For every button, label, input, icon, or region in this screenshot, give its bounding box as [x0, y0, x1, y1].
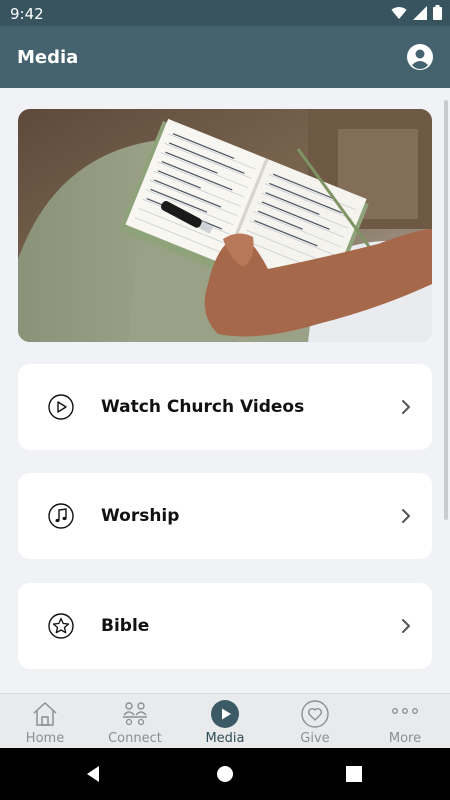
scrollbar[interactable]: [444, 100, 448, 520]
profile-icon[interactable]: [407, 44, 433, 70]
nav-label: Media: [205, 731, 245, 746]
nav-home[interactable]: Home: [0, 694, 90, 748]
system-nav-bar: [0, 748, 450, 800]
heart-icon: [301, 700, 329, 728]
status-bar: 9:42: [0, 0, 450, 26]
back-icon[interactable]: [83, 764, 103, 784]
nav-label: More: [388, 731, 422, 746]
signal-icon: [413, 5, 427, 20]
nav-connect[interactable]: Connect: [90, 694, 180, 748]
watch-videos-card[interactable]: Watch Church Videos: [18, 364, 432, 450]
hero-image: [18, 109, 432, 342]
nav-more[interactable]: More: [360, 694, 450, 748]
chevron-right-icon: [402, 619, 410, 633]
card-label: Watch Church Videos: [101, 397, 305, 417]
play-icon: [211, 700, 239, 728]
worship-card[interactable]: Worship: [18, 473, 432, 559]
app-bar: Media: [0, 26, 450, 88]
page-title: Media: [17, 47, 79, 68]
more-dots-icon: [392, 708, 418, 714]
chevron-right-icon: [402, 400, 410, 414]
home-icon: [33, 702, 57, 726]
content-area[interactable]: Watch Church Videos Worship Bible: [0, 88, 450, 693]
status-icons: [391, 5, 442, 20]
people-icon: [123, 702, 147, 726]
bottom-nav: Home Connect Media Give More: [0, 693, 450, 748]
bible-card[interactable]: Bible: [18, 583, 432, 669]
play-circle-icon: [48, 394, 74, 420]
nav-label: Give: [300, 731, 330, 746]
wifi-icon: [391, 6, 407, 19]
status-time: 9:42: [10, 5, 44, 23]
home-circle-icon[interactable]: [215, 764, 235, 784]
nav-label: Connect: [108, 731, 162, 746]
card-label: Worship: [101, 506, 180, 526]
nav-give[interactable]: Give: [270, 694, 360, 748]
chevron-right-icon: [402, 509, 410, 523]
nav-label: Home: [25, 731, 65, 746]
card-label: Bible: [101, 616, 150, 636]
nav-media[interactable]: Media: [180, 694, 270, 748]
star-icon: [48, 613, 74, 639]
recents-icon[interactable]: [344, 764, 364, 784]
music-note-icon: [48, 503, 74, 529]
battery-icon: [433, 5, 442, 20]
